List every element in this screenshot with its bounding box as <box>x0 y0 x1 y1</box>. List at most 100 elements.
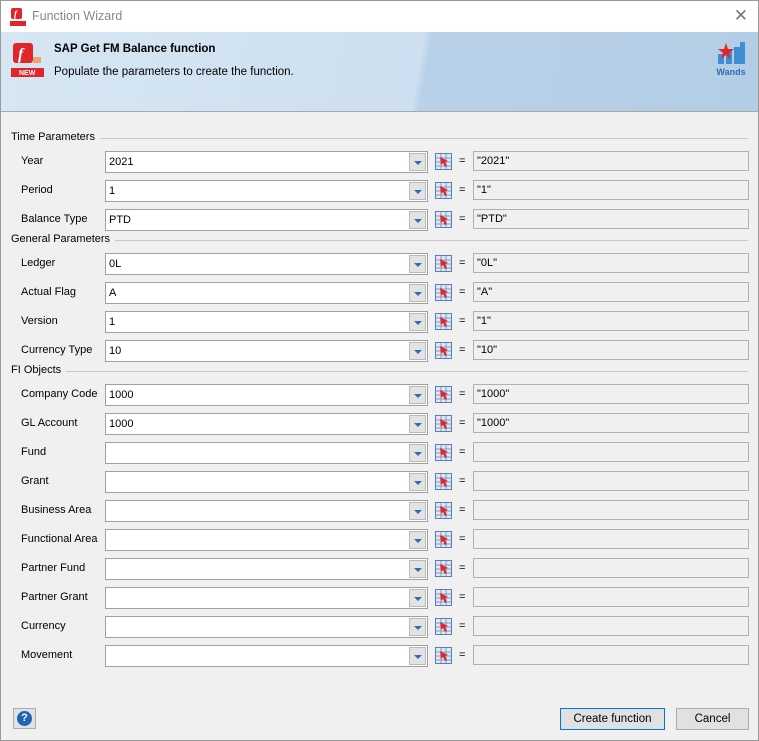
equals-sign: = <box>459 213 466 225</box>
movement-combobox[interactable] <box>105 645 428 667</box>
equals-sign: = <box>459 591 466 603</box>
chevron-down-icon[interactable] <box>409 313 426 331</box>
param-label: Company Code <box>21 388 98 400</box>
cell-picker-icon[interactable] <box>435 255 452 272</box>
cell-picker-icon[interactable] <box>435 153 452 170</box>
combo-value: A <box>109 287 117 299</box>
chevron-down-icon[interactable] <box>409 444 426 462</box>
partner-grant-combobox[interactable] <box>105 587 428 609</box>
chevron-down-icon[interactable] <box>409 473 426 491</box>
param-label: Balance Type <box>21 213 88 225</box>
year-combobox[interactable]: 2021 <box>105 151 428 173</box>
year-result-field: "2021" <box>473 151 749 171</box>
param-row-period: Period 1 = "1" <box>1 180 758 202</box>
param-label: Functional Area <box>21 533 98 545</box>
cell-picker-icon[interactable] <box>435 415 452 432</box>
dialog-subtitle: Populate the parameters to create the fu… <box>54 66 294 78</box>
chevron-down-icon[interactable] <box>409 560 426 578</box>
equals-sign: = <box>459 475 466 487</box>
param-row-movement: Movement = <box>1 645 758 667</box>
currency-combobox[interactable] <box>105 616 428 638</box>
chevron-down-icon[interactable] <box>409 618 426 636</box>
chevron-down-icon[interactable] <box>409 386 426 404</box>
param-row-gl-account: GL Account 1000 = "1000" <box>1 413 758 435</box>
grant-combobox[interactable] <box>105 471 428 493</box>
equals-sign: = <box>459 388 466 400</box>
cell-picker-icon[interactable] <box>435 502 452 519</box>
period-combobox[interactable]: 1 <box>105 180 428 202</box>
param-row-actual-flag: Actual Flag A = "A" <box>1 282 758 304</box>
chevron-down-icon[interactable] <box>409 211 426 229</box>
param-row-version: Version 1 = "1" <box>1 311 758 333</box>
param-row-balance-type: Balance Type PTD = "PTD" <box>1 209 758 231</box>
chevron-down-icon[interactable] <box>409 415 426 433</box>
param-label: Actual Flag <box>21 286 77 298</box>
cell-picker-icon[interactable] <box>435 342 452 359</box>
window-title: Function Wizard <box>32 9 123 23</box>
functional-area-combobox[interactable] <box>105 529 428 551</box>
param-label: Period <box>21 184 53 196</box>
cell-picker-icon[interactable] <box>435 531 452 548</box>
chevron-down-icon[interactable] <box>409 531 426 549</box>
cell-picker-icon[interactable] <box>435 560 452 577</box>
balance-type-combobox[interactable]: PTD <box>105 209 428 231</box>
chevron-down-icon[interactable] <box>409 342 426 360</box>
combo-value: 1000 <box>109 418 134 430</box>
partner-grant-result-field <box>473 587 749 607</box>
combo-value: 2021 <box>109 156 134 168</box>
version-combobox[interactable]: 1 <box>105 311 428 333</box>
param-row-currency-type: Currency Type 10 = "10" <box>1 340 758 362</box>
partner-fund-result-field <box>473 558 749 578</box>
currency-type-combobox[interactable]: 10 <box>105 340 428 362</box>
partner-fund-combobox[interactable] <box>105 558 428 580</box>
close-icon[interactable]: ✕ <box>734 6 748 26</box>
cell-picker-icon[interactable] <box>435 444 452 461</box>
section-header: FI Objects <box>11 364 748 378</box>
chevron-down-icon[interactable] <box>409 153 426 171</box>
chevron-down-icon[interactable] <box>409 182 426 200</box>
business-area-combobox[interactable] <box>105 500 428 522</box>
equals-sign: = <box>459 562 466 574</box>
cancel-button[interactable]: Cancel <box>676 708 749 730</box>
chevron-down-icon[interactable] <box>409 589 426 607</box>
param-label: GL Account <box>21 417 78 429</box>
help-button[interactable]: ? <box>13 708 36 729</box>
gl-account-combobox[interactable]: 1000 <box>105 413 428 435</box>
gl-account-result-field: "1000" <box>473 413 749 433</box>
param-label: Year <box>21 155 44 167</box>
cell-picker-icon[interactable] <box>435 182 452 199</box>
section-title: FI Objects <box>11 364 67 376</box>
param-label: Fund <box>21 446 47 458</box>
param-label: Partner Fund <box>21 562 86 574</box>
cell-picker-icon[interactable] <box>435 284 452 301</box>
param-row-partner-grant: Partner Grant = <box>1 587 758 609</box>
create-function-button[interactable]: Create function <box>560 708 665 730</box>
chevron-down-icon[interactable] <box>409 284 426 302</box>
param-label: Business Area <box>21 504 92 516</box>
cell-picker-icon[interactable] <box>435 589 452 606</box>
chevron-down-icon[interactable] <box>409 647 426 665</box>
cell-picker-icon[interactable] <box>435 473 452 490</box>
version-result-field: "1" <box>473 311 749 331</box>
chevron-down-icon[interactable] <box>409 255 426 273</box>
company-code-result-field: "1000" <box>473 384 749 404</box>
cell-picker-icon[interactable] <box>435 386 452 403</box>
param-row-partner-fund: Partner Fund = <box>1 558 758 580</box>
ledger-combobox[interactable]: 0L <box>105 253 428 275</box>
cell-picker-icon[interactable] <box>435 647 452 664</box>
combo-value: 1000 <box>109 389 134 401</box>
actual-flag-combobox[interactable]: A <box>105 282 428 304</box>
cell-picker-icon[interactable] <box>435 618 452 635</box>
combo-value: PTD <box>109 214 131 226</box>
param-row-fund: Fund = <box>1 442 758 464</box>
chevron-down-icon[interactable] <box>409 502 426 520</box>
equals-sign: = <box>459 533 466 545</box>
cell-picker-icon[interactable] <box>435 211 452 228</box>
dialog-heading: SAP Get FM Balance function <box>54 43 216 55</box>
help-icon: ? <box>17 711 32 726</box>
company-code-combobox[interactable]: 1000 <box>105 384 428 406</box>
equals-sign: = <box>459 344 466 356</box>
actual-flag-result-field: "A" <box>473 282 749 302</box>
fund-combobox[interactable] <box>105 442 428 464</box>
cell-picker-icon[interactable] <box>435 313 452 330</box>
